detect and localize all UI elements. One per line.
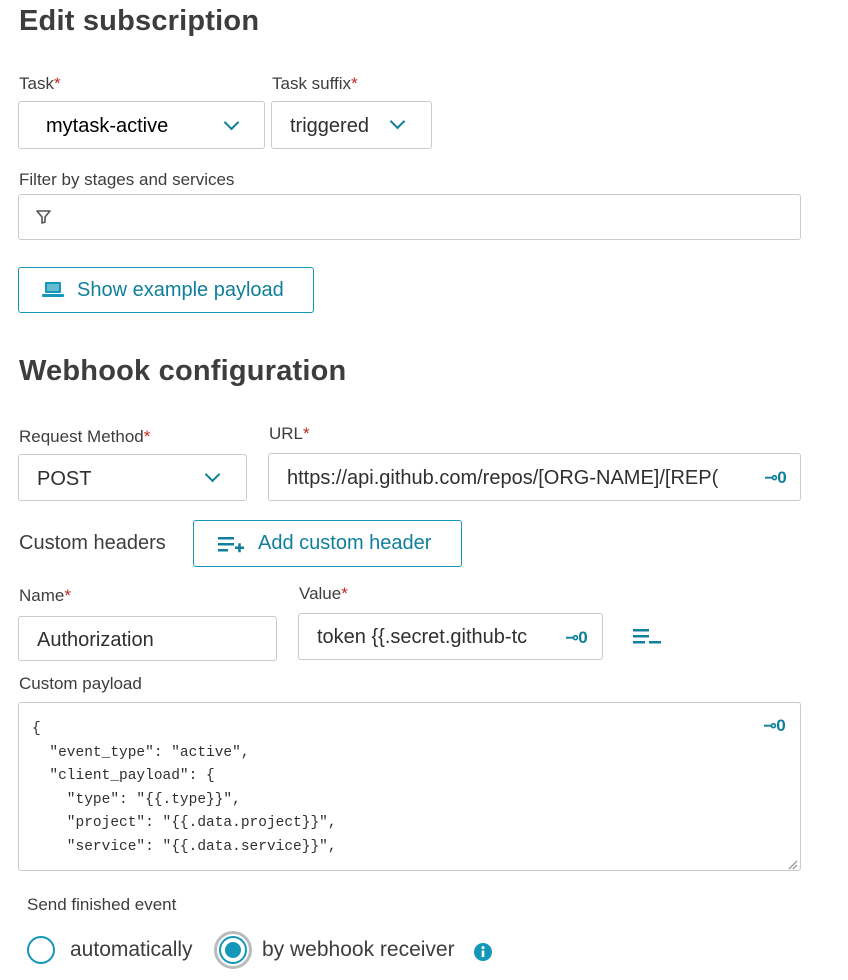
task-suffix-label: Task suffix* xyxy=(272,74,358,93)
chevron-down-icon xyxy=(223,114,240,131)
key-icon[interactable]: ⊸0 xyxy=(565,628,588,648)
task-select-value: mytask-active xyxy=(46,115,169,137)
filter-label: Filter by stages and services xyxy=(19,170,235,189)
radio-by-webhook-receiver-label[interactable]: by webhook receiver xyxy=(262,938,455,962)
header-value-input[interactable]: token {{.secret.github-tc ⊸0 xyxy=(298,613,603,660)
header-name-label: Name* xyxy=(19,586,71,605)
resize-handle-icon[interactable] xyxy=(786,858,798,870)
url-label: URL* xyxy=(269,424,310,443)
filter-input[interactable] xyxy=(18,194,801,240)
request-method-value: POST xyxy=(37,468,92,490)
radio-dot xyxy=(225,942,241,958)
task-suffix-value: triggered xyxy=(290,115,369,137)
custom-payload-text: { "event_type": "active", "client_payloa… xyxy=(32,721,337,855)
add-custom-header-label: Add custom header xyxy=(258,532,432,554)
key-icon[interactable]: ⊸0 xyxy=(763,716,786,736)
radio-selected-indicator xyxy=(219,936,247,964)
filter-icon xyxy=(36,210,51,224)
header-name-input[interactable]: Authorization xyxy=(18,616,277,661)
custom-payload-label: Custom payload xyxy=(19,674,142,693)
chevron-down-icon xyxy=(389,113,406,130)
task-select[interactable]: mytask-active xyxy=(18,101,265,149)
header-value-value: token {{.secret.github-tc xyxy=(317,626,528,648)
task-suffix-select[interactable]: triggered xyxy=(271,101,432,149)
url-input[interactable]: https://api.github.com/repos/[ORG-NAME]/… xyxy=(268,453,801,501)
page-title: Edit subscription xyxy=(19,5,260,37)
chevron-down-icon xyxy=(204,466,221,483)
add-custom-header-button[interactable]: Add custom header xyxy=(193,520,462,567)
add-list-icon xyxy=(218,536,244,552)
header-value-label: Value* xyxy=(299,584,348,603)
laptop-icon xyxy=(42,282,64,297)
header-name-value: Authorization xyxy=(37,629,154,651)
webhook-heading: Webhook configuration xyxy=(19,355,347,387)
remove-list-icon[interactable] xyxy=(633,628,663,646)
radio-by-webhook-receiver[interactable] xyxy=(214,931,252,969)
key-icon[interactable]: ⊸0 xyxy=(764,468,787,488)
task-label: Task* xyxy=(19,74,61,93)
url-value: https://api.github.com/repos/[ORG-NAME]/… xyxy=(287,467,719,489)
show-example-payload-button[interactable]: Show example payload xyxy=(18,267,314,313)
request-method-label: Request Method* xyxy=(19,427,151,446)
info-icon[interactable] xyxy=(473,942,493,962)
custom-payload-textarea[interactable]: { "event_type": "active", "client_payloa… xyxy=(18,702,801,871)
send-finished-label: Send finished event xyxy=(27,895,177,914)
custom-headers-label: Custom headers xyxy=(19,532,166,554)
show-example-payload-label: Show example payload xyxy=(77,278,284,301)
request-method-select[interactable]: POST xyxy=(18,454,247,501)
radio-automatically[interactable] xyxy=(27,936,55,964)
radio-automatically-label[interactable]: automatically xyxy=(70,938,193,962)
